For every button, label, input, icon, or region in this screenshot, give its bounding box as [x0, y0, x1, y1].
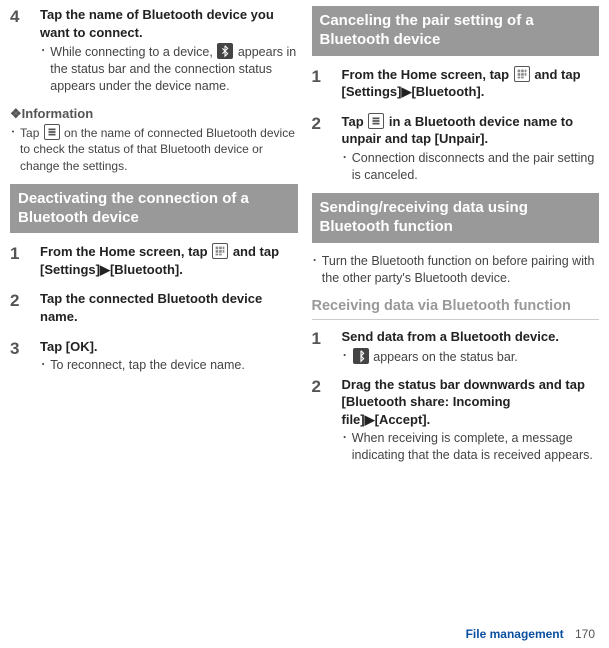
step-title: Send data from a Bluetooth device. [342, 328, 600, 346]
bullet-text: When receiving is complete, a message in… [352, 430, 599, 464]
bullet-text-pre: While connecting to a device, [50, 45, 216, 59]
step-bullet: ･ Connection disconnects and the pair se… [342, 150, 600, 184]
d1-pre: From the Home screen, tap [40, 244, 211, 259]
apps-grid-icon [212, 243, 228, 259]
information-body: ･ Tap on the name of connected Bluetooth… [10, 124, 298, 174]
deact-step-1: 1 From the Home screen, tap and tap [Set… [10, 243, 298, 280]
section-canceling: Canceling the pair setting of a Bluetoot… [312, 6, 600, 56]
step-title: Tap in a Bluetooth device name to unpair… [342, 113, 600, 148]
c2-pre: Tap [342, 114, 368, 129]
deact-step-3: 3 Tap [OK]. ･ To reconnect, tap the devi… [10, 338, 298, 374]
step-bullet: ･ While connecting to a device, appears … [40, 43, 298, 95]
step-number: 4 [10, 6, 28, 95]
cancel-step-2: 2 Tap in a Bluetooth device name to unpa… [312, 113, 600, 184]
settings-small-icon [44, 124, 60, 140]
info-post: on the name of connected Bluetooth devic… [20, 126, 295, 172]
recv-step-2: 2 Drag the status bar downwards and tap … [312, 376, 600, 464]
bluetooth-transfer-icon [353, 348, 369, 364]
bullet-text: To reconnect, tap the device name. [50, 357, 245, 374]
step-number: 1 [312, 328, 330, 365]
recv-step-1: 1 Send data from a Bluetooth device. ･ a… [312, 328, 600, 365]
step-title: Tap the name of Bluetooth device you wan… [40, 6, 298, 41]
step-bullet: ･ When receiving is complete, a message … [342, 430, 600, 464]
info-pre: Tap [20, 126, 43, 140]
bluetooth-connected-icon [217, 43, 233, 59]
left-column: 4 Tap the name of Bluetooth device you w… [10, 6, 298, 474]
bullet-text-post: appears on the status bar. [370, 350, 518, 364]
page-footer: File management 170 [466, 626, 595, 642]
section-deactivating: Deactivating the connection of a Bluetoo… [10, 184, 298, 234]
bullet-text: Turn the Bluetooth function on before pa… [322, 253, 599, 287]
subheading-receiving: Receiving data via Bluetooth function [312, 297, 600, 321]
step-title: Tap [OK]. [40, 338, 298, 356]
section-sending-receiving: Sending/receiving data using Bluetooth f… [312, 193, 600, 243]
step-bullet: ･ appears on the status bar. [342, 348, 600, 366]
c1-pre: From the Home screen, tap [342, 67, 513, 82]
step-title: From the Home screen, tap and tap [Setti… [342, 66, 600, 101]
apps-grid-icon [514, 66, 530, 82]
bullet-text: Connection disconnects and the pair sett… [352, 150, 599, 184]
cancel-step-1: 1 From the Home screen, tap and tap [Set… [312, 66, 600, 103]
step-number: 2 [312, 376, 330, 464]
step-number: 1 [10, 243, 28, 280]
step-4: 4 Tap the name of Bluetooth device you w… [10, 6, 298, 95]
deact-step-2: 2 Tap the connected Bluetooth device nam… [10, 290, 298, 327]
settings-small-icon [368, 113, 384, 129]
step-number: 2 [10, 290, 28, 327]
step-title: Tap the connected Bluetooth device name. [40, 290, 298, 325]
footer-section: File management [466, 627, 564, 641]
intro-bullet: ･ Turn the Bluetooth function on before … [312, 253, 600, 287]
information-heading: ❖Information [10, 105, 298, 123]
footer-page-number: 170 [575, 627, 595, 641]
step-number: 3 [10, 338, 28, 374]
step-bullet: ･ To reconnect, tap the device name. [40, 357, 298, 374]
step-title: From the Home screen, tap and tap [Setti… [40, 243, 298, 278]
step-number: 2 [312, 113, 330, 184]
step-title: Drag the status bar downwards and tap [B… [342, 376, 600, 429]
step-number: 1 [312, 66, 330, 103]
right-column: Canceling the pair setting of a Bluetoot… [312, 6, 600, 474]
